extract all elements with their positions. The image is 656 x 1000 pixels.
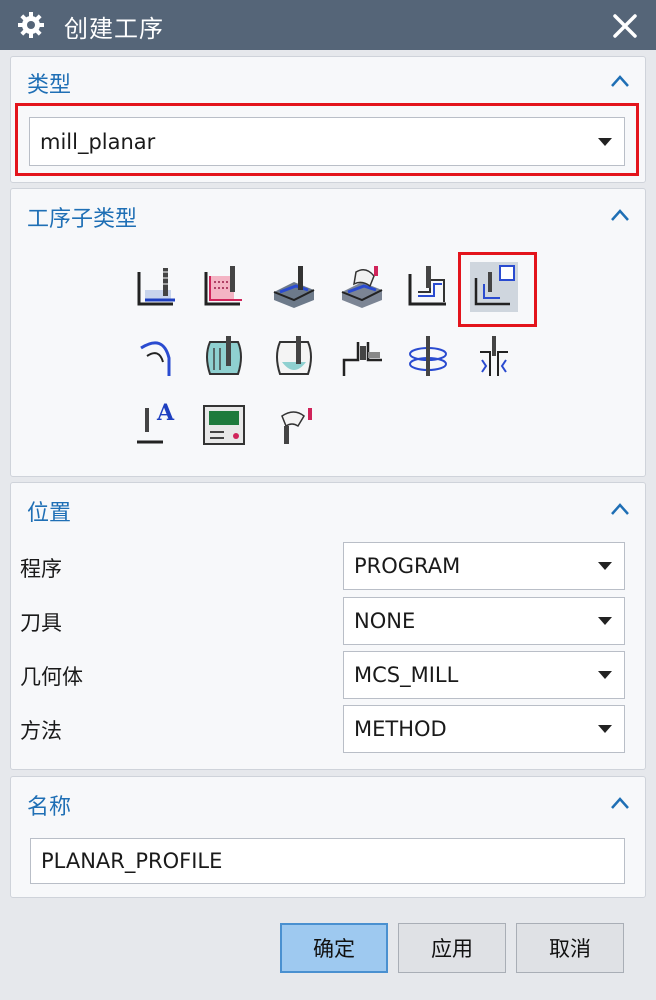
finish-floor-icon[interactable] — [270, 332, 318, 382]
subtype-highlight-box — [458, 252, 537, 327]
ok-button[interactable]: 确定 — [280, 923, 388, 973]
planar-mill-icon[interactable] — [404, 262, 452, 312]
geometry-label: 几何体 — [20, 665, 83, 689]
collapse-name-icon[interactable] — [608, 793, 632, 813]
thread-milling-icon[interactable] — [470, 332, 518, 382]
groove-milling-icon[interactable] — [338, 332, 386, 382]
face-milling-manual-icon[interactable] — [338, 262, 386, 312]
type-section-title: 类型 — [27, 73, 72, 98]
chevron-down-icon — [598, 137, 612, 146]
window-title: 创建工序 — [64, 15, 164, 43]
tool-dropdown[interactable]: NONE — [343, 597, 625, 645]
geometry-dropdown[interactable]: MCS_MILL — [343, 651, 625, 699]
chevron-down-icon — [598, 671, 612, 679]
collapse-subtype-icon[interactable] — [608, 205, 632, 225]
planar-text-icon[interactable]: A — [133, 400, 181, 450]
chevron-down-icon — [598, 617, 612, 625]
hole-milling-icon[interactable] — [404, 332, 452, 382]
cleanup-corners-icon[interactable] — [133, 332, 181, 382]
apply-button[interactable]: 应用 — [398, 923, 506, 973]
method-value: METHOD — [354, 717, 447, 741]
name-value: PLANAR_PROFILE — [41, 849, 223, 873]
subtype-section-title: 工序子类型 — [27, 207, 138, 232]
mill-control-icon[interactable] — [200, 400, 248, 450]
title-bar: 创建工序 — [0, 0, 656, 50]
collapse-location-icon[interactable] — [608, 499, 632, 519]
type-dropdown[interactable]: mill_planar — [29, 117, 625, 166]
geometry-value: MCS_MILL — [354, 663, 459, 687]
program-label: 程序 — [20, 557, 62, 581]
face-milling-icon[interactable] — [270, 262, 318, 312]
floor-wall-icon[interactable] — [133, 262, 181, 312]
name-section-title: 名称 — [27, 795, 72, 820]
location-section-title: 位置 — [27, 501, 72, 526]
chevron-down-icon — [598, 562, 612, 570]
subtype-panel: 工序子类型 — [10, 188, 646, 477]
svg-text:A: A — [156, 400, 175, 426]
method-label: 方法 — [20, 719, 62, 743]
method-dropdown[interactable]: METHOD — [343, 705, 625, 753]
cancel-button[interactable]: 取消 — [516, 923, 624, 973]
tool-value: NONE — [354, 609, 416, 633]
floor-wall-ipw-icon[interactable] — [200, 262, 248, 312]
program-value: PROGRAM — [354, 554, 461, 578]
collapse-type-icon[interactable] — [608, 71, 632, 91]
finish-walls-icon[interactable] — [200, 332, 248, 382]
gear-icon[interactable] — [16, 10, 46, 40]
tool-label: 刀具 — [20, 611, 62, 635]
chevron-down-icon — [598, 725, 612, 733]
close-icon[interactable] — [608, 9, 642, 43]
mill-user-icon[interactable] — [270, 400, 318, 450]
type-value: mill_planar — [40, 129, 156, 154]
name-input[interactable]: PLANAR_PROFILE — [30, 838, 625, 884]
program-dropdown[interactable]: PROGRAM — [343, 542, 625, 590]
